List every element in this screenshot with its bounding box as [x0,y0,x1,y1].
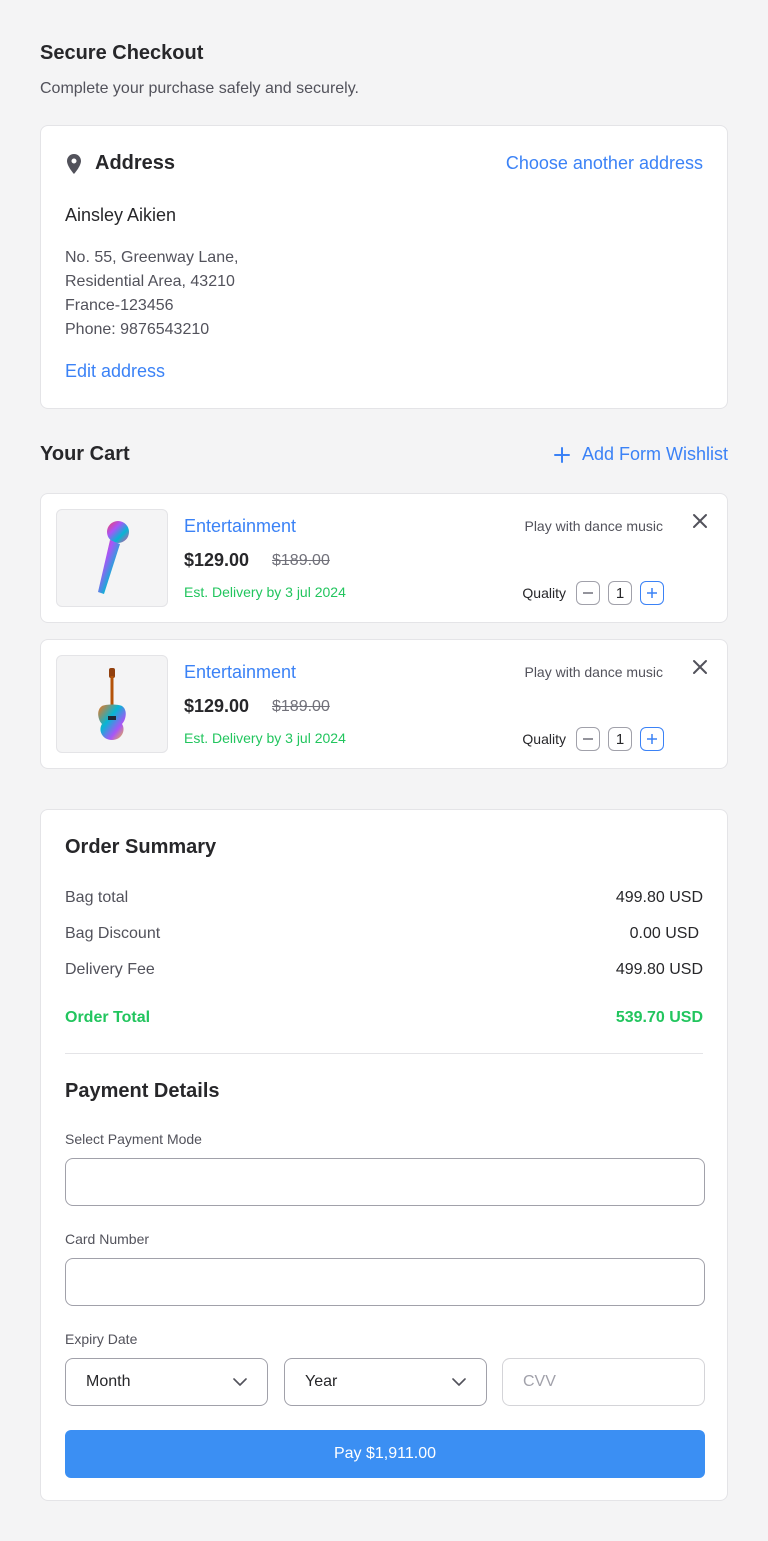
summary-label: Delivery Fee [65,961,155,978]
increment-button[interactable] [640,727,664,751]
address-card: Address Choose another address Ainsley A… [40,125,728,409]
month-select-value: Month [86,1373,131,1390]
edit-address-link[interactable]: Edit address [65,361,165,382]
summary-value: 0.00 USD [629,925,699,942]
guitar-image [98,668,126,740]
year-select[interactable]: Year [284,1358,487,1406]
add-wishlist-link[interactable]: Add Form Wishlist [553,444,728,465]
item-price: $129.00 [184,696,250,716]
plus-icon [647,734,657,744]
address-line-2: Residential Area, 43210 [65,273,235,290]
order-total-value: 539.70 USD [615,1009,703,1026]
order-total-label: Order Total [65,1009,151,1026]
address-title: Address [95,152,176,174]
decrement-button[interactable] [576,581,600,605]
expiry-date-label: Expiry Date [65,1331,138,1347]
page-subtitle: Complete your purchase safely and secure… [40,80,359,97]
card-number-input[interactable] [65,1258,705,1306]
minus-icon [583,738,593,740]
item-category-link[interactable]: Entertainment [184,516,296,537]
plus-icon [647,588,657,598]
item-delivery: Est. Delivery by 3 jul 2024 [184,584,346,600]
summary-row-delivery-fee: Delivery Fee 499.80 USD [65,961,703,979]
cart-item: Entertainment $129.00 $189.00 Est. Deliv… [40,639,728,769]
summary-row-order-total: Order Total 539.70 USD [65,1009,703,1027]
map-pin-icon [67,153,81,174]
item-category-link[interactable]: Entertainment [184,662,296,683]
close-icon[interactable] [691,658,709,676]
item-delivery: Est. Delivery by 3 jul 2024 [184,730,346,746]
chevron-down-icon [233,1378,247,1386]
address-lines: No. 55, Greenway Lane, Residential Area,… [65,246,238,342]
close-icon[interactable] [691,512,709,530]
summary-label: Bag total [65,889,129,906]
quantity-label: Quality [522,585,566,601]
divider [65,1053,703,1054]
card-number-label: Card Number [65,1231,150,1247]
month-select[interactable]: Month [65,1358,268,1406]
product-image-guitar [56,655,168,753]
microphone-image [98,521,129,594]
pay-button[interactable]: Pay $1,911.00 [65,1430,705,1478]
quantity-value: 1 [608,581,632,605]
address-phone: Phone: 9876543210 [65,321,210,338]
quantity-stepper: Quality 1 [522,727,664,751]
item-old-price: $189.00 [272,698,330,715]
cart-item: Entertainment $129.00 $189.00 Est. Deliv… [40,493,728,623]
address-line-3: France-123456 [65,297,174,314]
increment-button[interactable] [640,581,664,605]
item-price: $129.00 [184,550,250,570]
decrement-button[interactable] [576,727,600,751]
item-description: Play with dance music [524,518,663,534]
quantity-value: 1 [608,727,632,751]
payment-mode-input[interactable] [65,1158,705,1206]
summary-row-bag-discount: Bag Discount 0.00 USD [65,925,703,943]
payment-details-title: Payment Details [65,1080,220,1102]
summary-value: 499.80 USD [615,961,703,978]
order-summary-card: Order Summary Bag total 499.80 USD Bag D… [40,809,728,1501]
quantity-label: Quality [522,731,566,747]
cvv-input[interactable] [502,1358,705,1406]
item-old-price: $189.00 [272,552,330,569]
cart-title: Your Cart [40,443,130,465]
address-line-1: No. 55, Greenway Lane, [65,249,239,266]
plus-icon [553,446,570,463]
year-select-value: Year [305,1373,338,1390]
quantity-stepper: Quality 1 [522,581,664,605]
chevron-down-icon [452,1378,466,1386]
summary-label: Bag Discount [65,925,161,942]
product-image-microphone [56,509,168,607]
minus-icon [583,592,593,594]
address-header: Address [65,152,175,175]
summary-value: 499.80 USD [615,889,703,906]
choose-another-address-link[interactable]: Choose another address [506,153,703,174]
address-name: Ainsley Aikien [65,205,177,225]
page-title: Secure Checkout [40,42,204,64]
summary-row-bag-total: Bag total 499.80 USD [65,889,703,907]
add-wishlist-label: Add Form Wishlist [581,444,728,464]
item-description: Play with dance music [524,664,663,680]
order-summary-title: Order Summary [65,836,217,858]
payment-mode-label: Select Payment Mode [65,1131,202,1147]
